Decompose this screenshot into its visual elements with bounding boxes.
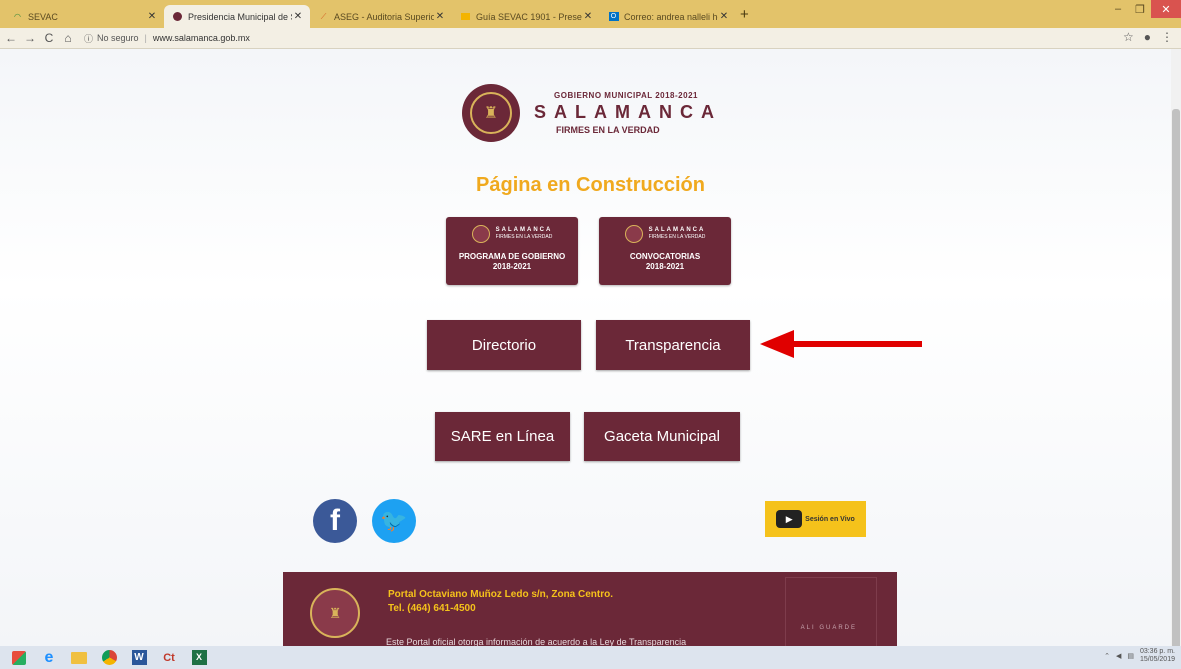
file-explorer-icon[interactable] (68, 649, 90, 667)
menu-icon[interactable]: ⋮ (1161, 30, 1173, 44)
page-heading: Página en Construcción (476, 174, 705, 196)
tab-aseg[interactable]: ⟋ ASEG - Auditoria Superior del Es ✕ (310, 5, 452, 28)
restore-icon[interactable]: ❐ (1129, 0, 1151, 18)
bookmark-star-icon[interactable]: ☆ (1123, 30, 1134, 44)
close-icon[interactable]: ✕ (434, 11, 446, 22)
card-programa-gobierno[interactable]: SALAMANCA FIRMES EN LA VERDAD PROGRAMA D… (446, 217, 578, 285)
page-scrollbar[interactable] (1171, 49, 1181, 649)
clock-date: 15/05/2019 (1139, 656, 1175, 663)
forward-icon[interactable]: → (22, 31, 38, 45)
youtube-play-icon: ▶ (776, 510, 803, 528)
security-label: No seguro (97, 33, 139, 43)
transparencia-button[interactable]: Transparencia (596, 320, 750, 370)
back-icon[interactable]: ← (3, 31, 19, 45)
sare-en-linea-button[interactable]: SARE en Línea (435, 412, 570, 461)
card-logo-slogan: FIRMES EN LA VERDAD (648, 234, 706, 240)
logo-subtitle: GOBIERNO MUNICIPAL 2018-2021 (554, 91, 698, 100)
logo-name: SALAMANCA (534, 102, 722, 122)
home-icon[interactable]: ⌂ (60, 31, 76, 45)
ct-app-icon[interactable]: Ct (158, 649, 180, 667)
mini-seal-icon (624, 225, 643, 243)
window-close-icon[interactable]: ✕ (1151, 0, 1181, 18)
card-title: PROGRAMA DE GOBIERNO (458, 252, 566, 261)
tab-guia-sevac[interactable]: Guía SEVAC 1901 - Presentacion ✕ (452, 5, 600, 28)
card-title: CONVOCATORIAS (629, 252, 701, 261)
footer: ♜ Portal Octaviano Muñoz Ledo s/n, Zona … (283, 572, 897, 646)
browser-toolbar: ← → C ⌂ ⓘ No seguro | www.salamanca.gob.… (0, 28, 1181, 49)
clock-time: 03:36 p. m. (1139, 648, 1175, 655)
footer-seal-icon: ♜ (310, 588, 360, 638)
red-arrow-annotation (760, 330, 922, 358)
close-icon[interactable]: ✕ (292, 11, 304, 22)
start-button[interactable] (8, 649, 30, 667)
card-years: 2018-2021 (492, 262, 532, 271)
reload-icon[interactable]: C (41, 31, 57, 45)
network-icon[interactable]: ▤ (1127, 652, 1134, 660)
slides-icon (460, 11, 471, 22)
url-text: www.salamanca.gob.mx (152, 33, 250, 43)
card-logo-name: SALAMANCA (648, 227, 706, 233)
internet-explorer-icon[interactable]: e (38, 649, 60, 667)
windows-taskbar: e W Ct X ⌃ ◀ ▤ 03:36 p. m. 15/05/2019 (0, 646, 1181, 669)
info-icon[interactable]: ⓘ (84, 32, 93, 45)
outlook-icon: O (608, 11, 619, 22)
tray-chevron-icon[interactable]: ⌃ (1104, 652, 1110, 660)
mini-seal-icon (471, 225, 490, 243)
new-tab-button[interactable]: + (740, 6, 749, 23)
aseg-icon: ⟋ (320, 11, 327, 21)
footer-phone: Tel. (464) 641-4500 (388, 603, 476, 614)
browser-tab-strip: ◠ SEVAC ✕ Presidencia Municipal de Salam… (0, 0, 1181, 28)
word-icon[interactable]: W (128, 649, 150, 667)
excel-icon[interactable]: X (188, 649, 210, 667)
salamanca-seal-icon (172, 11, 183, 22)
footer-deco-text: ALI GUARDE (800, 625, 857, 631)
tab-presidencia[interactable]: Presidencia Municipal de Salama ✕ (164, 5, 310, 28)
chrome-icon[interactable] (98, 649, 120, 667)
profile-icon[interactable]: ● (1144, 30, 1151, 44)
card-logo-slogan: FIRMES EN LA VERDAD (495, 234, 553, 240)
facebook-icon[interactable]: f (313, 499, 357, 543)
tab-correo[interactable]: O Correo: andrea nalleli herrera co ✕ (600, 5, 736, 28)
close-icon[interactable]: ✕ (718, 11, 730, 22)
sevac-icon: ◠ (14, 12, 21, 21)
address-bar[interactable]: ⓘ No seguro | www.salamanca.gob.mx (84, 32, 250, 45)
salamanca-logo[interactable]: ♜ GOBIERNO MUNICIPAL 2018-2021 SALAMANCA… (462, 84, 722, 142)
gaceta-municipal-button[interactable]: Gaceta Municipal (584, 412, 740, 461)
scrollbar-thumb[interactable] (1172, 109, 1180, 649)
card-convocatorias[interactable]: SALAMANCA FIRMES EN LA VERDAD CONVOCATOR… (599, 217, 731, 285)
volume-icon[interactable]: ◀ (1116, 652, 1121, 660)
card-years: 2018-2021 (645, 262, 685, 271)
municipal-seal: ♜ (462, 84, 520, 142)
minimize-icon[interactable]: – (1107, 0, 1129, 18)
tab-sevac[interactable]: ◠ SEVAC ✕ (4, 5, 164, 28)
divider: | (144, 33, 147, 43)
footer-note: Este Portal oficial otorga información d… (386, 637, 687, 646)
system-tray: ⌃ ◀ ▤ 03:36 p. m. 15/05/2019 (1104, 648, 1175, 664)
card-logo-name: SALAMANCA (495, 227, 553, 233)
logo-slogan: FIRMES EN LA VERDAD (556, 125, 660, 135)
footer-decoration (785, 577, 877, 646)
close-icon[interactable]: ✕ (582, 11, 594, 22)
twitter-icon[interactable]: 🐦 (372, 499, 416, 543)
clock[interactable]: 03:36 p. m. 15/05/2019 (1140, 648, 1175, 664)
directorio-button[interactable]: Directorio (427, 320, 581, 370)
web-page: ♜ GOBIERNO MUNICIPAL 2018-2021 SALAMANCA… (0, 49, 1171, 646)
close-icon[interactable]: ✕ (146, 11, 158, 22)
crest-icon: ♜ (470, 92, 512, 134)
window-controls: – ❐ ✕ (1107, 0, 1181, 18)
live-label: Sesión en Vivo (805, 515, 855, 523)
sesion-en-vivo-button[interactable]: ▶ Sesión en Vivo (765, 501, 866, 537)
footer-address: Portal Octaviano Muñoz Ledo s/n, Zona Ce… (388, 589, 614, 600)
